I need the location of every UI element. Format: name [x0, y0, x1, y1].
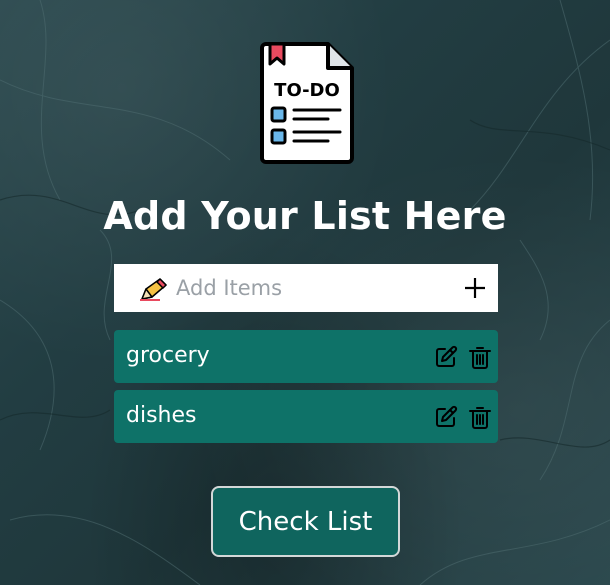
- edit-icon[interactable]: [434, 344, 458, 369]
- todo-document-icon: TO-DO: [256, 40, 356, 165]
- check-list-button[interactable]: Check List: [211, 486, 400, 557]
- pencil-icon: [140, 277, 168, 301]
- add-item-input[interactable]: [176, 272, 446, 304]
- list-item-label: grocery: [126, 343, 210, 368]
- add-item-button[interactable]: [462, 274, 488, 302]
- todo-list: grocery dishes: [114, 330, 498, 450]
- trash-icon[interactable]: [468, 344, 492, 369]
- add-item-bar: [114, 264, 498, 312]
- item-actions: [434, 404, 492, 429]
- list-item: grocery: [114, 330, 498, 383]
- item-actions: [434, 344, 492, 369]
- trash-icon[interactable]: [468, 404, 492, 429]
- app-container: TO-DO Add Your List Here Add Items groce…: [0, 0, 610, 585]
- edit-icon[interactable]: [434, 404, 458, 429]
- plus-icon: [465, 278, 485, 298]
- svg-text:TO-DO: TO-DO: [274, 80, 340, 101]
- list-item: dishes: [114, 390, 498, 443]
- page-title: Add Your List Here: [103, 194, 507, 238]
- list-item-label: dishes: [126, 403, 197, 428]
